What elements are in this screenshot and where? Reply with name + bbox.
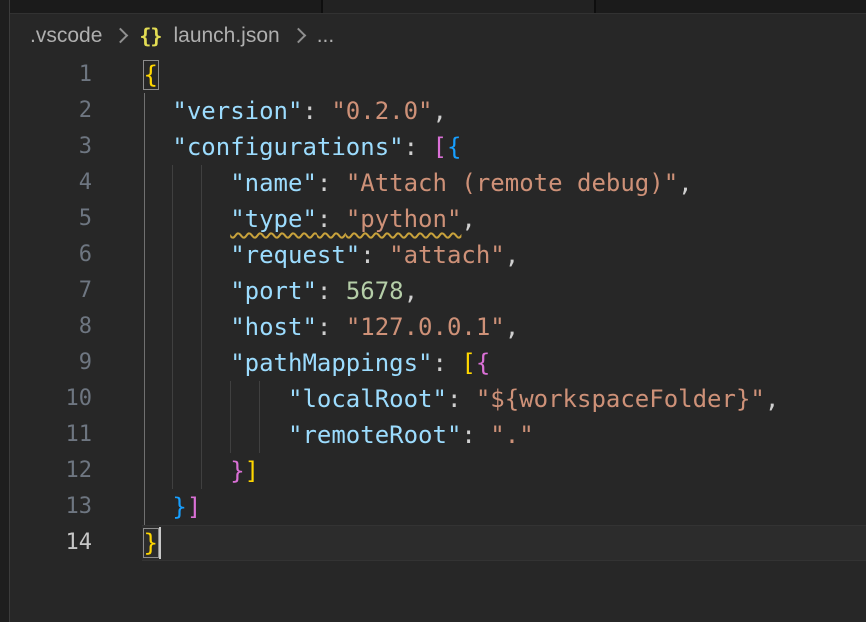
breadcrumb-ellipsis[interactable]: ... bbox=[317, 24, 335, 48]
code-text: "request": "attach", bbox=[144, 237, 520, 273]
code-text: { bbox=[144, 57, 158, 93]
tab-strip bbox=[10, 0, 866, 14]
code-line[interactable]: 13 }] bbox=[10, 489, 866, 525]
sidebar-edge bbox=[0, 0, 10, 622]
text-cursor bbox=[159, 527, 161, 559]
warning-squiggle: "type": "python" bbox=[230, 205, 461, 233]
line-number[interactable]: 6 bbox=[10, 237, 92, 273]
line-number[interactable]: 7 bbox=[10, 273, 92, 309]
code-area[interactable]: 1{2 "version": "0.2.0",3 "configurations… bbox=[10, 57, 866, 561]
code-text: "pathMappings": [{ bbox=[144, 345, 491, 381]
code-line[interactable]: 8 "host": "127.0.0.1", bbox=[10, 309, 866, 345]
code-text: "port": 5678, bbox=[144, 273, 419, 309]
code-text: "name": "Attach (remote debug)", bbox=[144, 165, 693, 201]
breadcrumb-folder[interactable]: .vscode bbox=[30, 24, 102, 48]
code-text: "host": "127.0.0.1", bbox=[144, 309, 520, 345]
tab-stub-right[interactable] bbox=[596, 0, 866, 13]
line-number[interactable]: 12 bbox=[10, 453, 92, 489]
code-line[interactable]: 1{ bbox=[10, 57, 866, 93]
line-number[interactable]: 10 bbox=[10, 381, 92, 417]
breadcrumb-file[interactable]: launch.json bbox=[173, 24, 279, 48]
tab-stub-left[interactable] bbox=[10, 0, 323, 13]
line-number[interactable]: 3 bbox=[10, 129, 92, 165]
json-file-icon: {} bbox=[139, 24, 161, 48]
code-line[interactable]: 12 }] bbox=[10, 453, 866, 489]
code-line[interactable]: 3 "configurations": [{ bbox=[10, 129, 866, 165]
code-line[interactable]: 5 "type": "python", bbox=[10, 201, 866, 237]
line-number[interactable]: 11 bbox=[10, 417, 92, 453]
chevron-right-icon bbox=[113, 28, 129, 44]
line-number[interactable]: 8 bbox=[10, 309, 92, 345]
code-line[interactable]: 9 "pathMappings": [{ bbox=[10, 345, 866, 381]
code-line[interactable]: 10 "localRoot": "${workspaceFolder}", bbox=[10, 381, 866, 417]
code-line[interactable]: 14} bbox=[10, 525, 866, 561]
bracket-match-highlight: { bbox=[144, 61, 158, 89]
code-text: } bbox=[144, 525, 158, 561]
code-text: "remoteRoot": "." bbox=[144, 417, 534, 453]
code-line[interactable]: 7 "port": 5678, bbox=[10, 273, 866, 309]
bracket-match-highlight: } bbox=[144, 529, 158, 557]
line-number[interactable]: 14 bbox=[10, 525, 92, 561]
code-line[interactable]: 2 "version": "0.2.0", bbox=[10, 93, 866, 129]
code-text: }] bbox=[144, 453, 260, 489]
line-number[interactable]: 13 bbox=[10, 489, 92, 525]
line-number[interactable]: 9 bbox=[10, 345, 92, 381]
code-text: "version": "0.2.0", bbox=[144, 93, 447, 129]
code-line[interactable]: 4 "name": "Attach (remote debug)", bbox=[10, 165, 866, 201]
code-text: }] bbox=[144, 489, 202, 525]
code-text: "configurations": [{ bbox=[144, 129, 462, 165]
line-number[interactable]: 1 bbox=[10, 57, 92, 93]
code-text: "type": "python", bbox=[144, 201, 476, 237]
line-number[interactable]: 4 bbox=[10, 165, 92, 201]
line-number[interactable]: 2 bbox=[10, 93, 92, 129]
breadcrumb: .vscode {} launch.json ... bbox=[10, 14, 866, 57]
code-line[interactable]: 11 "remoteRoot": "." bbox=[10, 417, 866, 453]
tab-stub-active[interactable] bbox=[323, 0, 596, 13]
line-number[interactable]: 5 bbox=[10, 201, 92, 237]
chevron-right-icon bbox=[290, 28, 306, 44]
code-text: "localRoot": "${workspaceFolder}", bbox=[144, 381, 780, 417]
code-line[interactable]: 6 "request": "attach", bbox=[10, 237, 866, 273]
